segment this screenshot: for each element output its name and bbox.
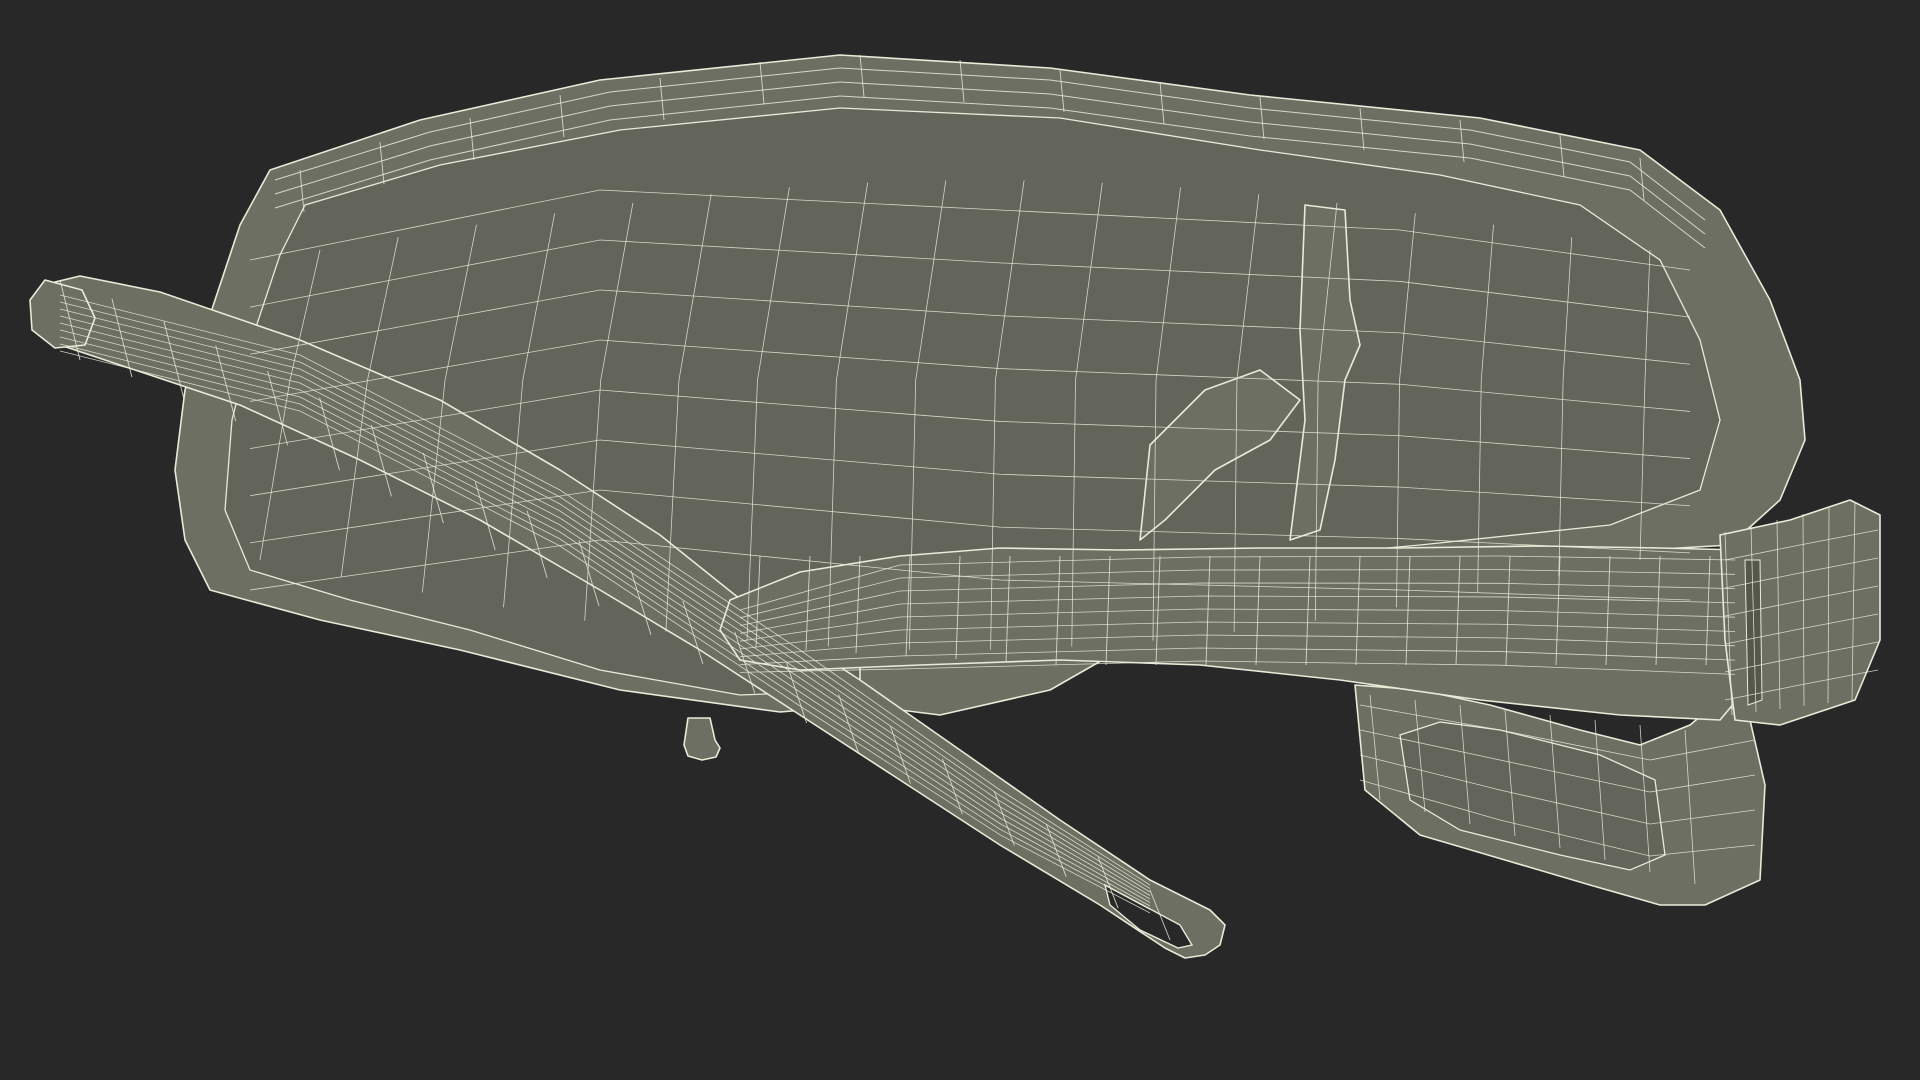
lens-stud (683, 717, 721, 761)
glasses-wireframe-render (29, 54, 1881, 959)
render-viewport (0, 0, 1920, 1080)
